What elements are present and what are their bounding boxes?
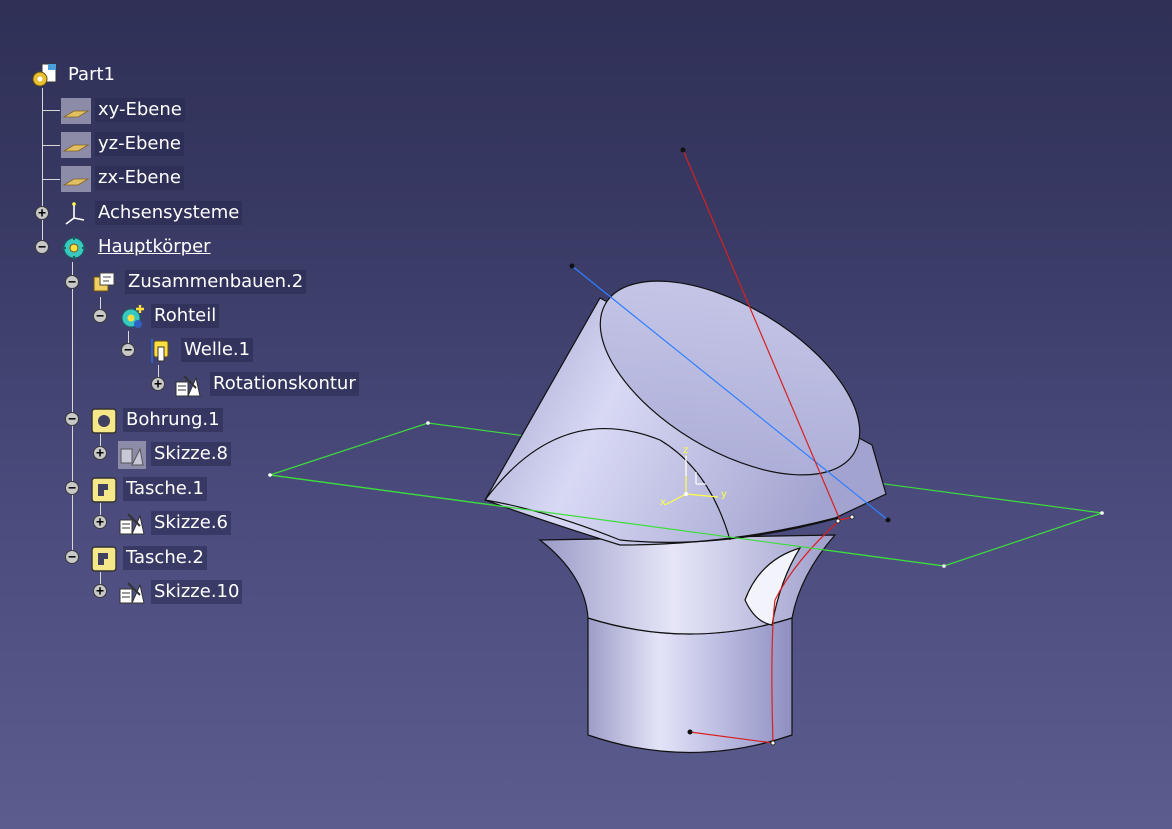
part-shaft[interactable]: [538, 534, 837, 754]
body-icon: [62, 236, 86, 260]
collapse-toggle-zusammenbauen[interactable]: −: [65, 275, 79, 289]
tree-label-zusammenbauen: Zusammenbauen.2: [125, 270, 307, 294]
tree-label-part1: Part1: [68, 64, 115, 85]
plane-icon: [61, 98, 91, 124]
tree-label-xy-plane: xy-Ebene: [95, 98, 185, 122]
part-icon: [32, 63, 57, 87]
tree-label-skizze10: Skizze.10: [151, 580, 243, 604]
pocket-icon: [91, 477, 117, 503]
sketch-icon: [118, 441, 146, 469]
sketch-icon: [119, 513, 145, 535]
collapse-toggle-rohteil[interactable]: −: [93, 309, 107, 323]
plane-icon: [61, 132, 91, 158]
sketch-icon: [119, 582, 145, 604]
expand-toggle-skizze10[interactable]: +: [93, 584, 107, 598]
axis-system-icon: [65, 202, 85, 225]
tree-label-yz-plane: yz-Ebene: [95, 132, 184, 156]
sketch-icon: [175, 375, 201, 397]
tree-label-achsensysteme: Achsensysteme: [95, 201, 243, 225]
tree-label-zx-plane: zx-Ebene: [95, 166, 184, 190]
expand-toggle-skizze6[interactable]: +: [93, 515, 107, 529]
shaft-icon: [151, 339, 169, 363]
tree-label-rotationskontur: Rotationskontur: [210, 372, 359, 396]
expand-toggle-achsensysteme[interactable]: +: [35, 206, 49, 220]
tree-label-skizze6: Skizze.6: [151, 511, 231, 535]
tree-label-welle: Welle.1: [181, 338, 254, 362]
collapse-toggle-bohrung[interactable]: −: [65, 412, 79, 426]
axis-label-y: y: [721, 489, 727, 500]
collapse-toggle-tasche2[interactable]: −: [65, 550, 79, 564]
tree-label-hauptkoerper: Hauptkörper: [98, 236, 211, 257]
collapse-toggle-hauptkoerper[interactable]: −: [35, 240, 49, 254]
specification-tree: Part1 xy-Ebene yz-Ebene zx-Ebene + Achse…: [0, 0, 400, 620]
axis-label-x: x: [660, 497, 666, 508]
tree-label-skizze8: Skizze.8: [151, 442, 231, 466]
tree-label-rohteil: Rohteil: [151, 304, 220, 328]
assemble-icon: [93, 272, 115, 292]
tree-label-tasche1: Tasche.1: [123, 477, 207, 501]
pocket-icon: [91, 546, 117, 572]
body-icon: [121, 305, 144, 328]
part-cone[interactable]: [484, 242, 891, 546]
tree-label-tasche2: Tasche.2: [123, 546, 207, 570]
tree-label-bohrung: Bohrung.1: [123, 408, 223, 432]
collapse-toggle-welle[interactable]: −: [121, 343, 135, 357]
plane-icon: [61, 166, 91, 192]
expand-toggle-skizze8[interactable]: +: [93, 446, 107, 460]
hole-icon: [91, 408, 117, 434]
expand-toggle-rotationskontur[interactable]: +: [151, 377, 165, 391]
axis-label-z: z: [683, 445, 688, 456]
collapse-toggle-tasche1[interactable]: −: [65, 481, 79, 495]
